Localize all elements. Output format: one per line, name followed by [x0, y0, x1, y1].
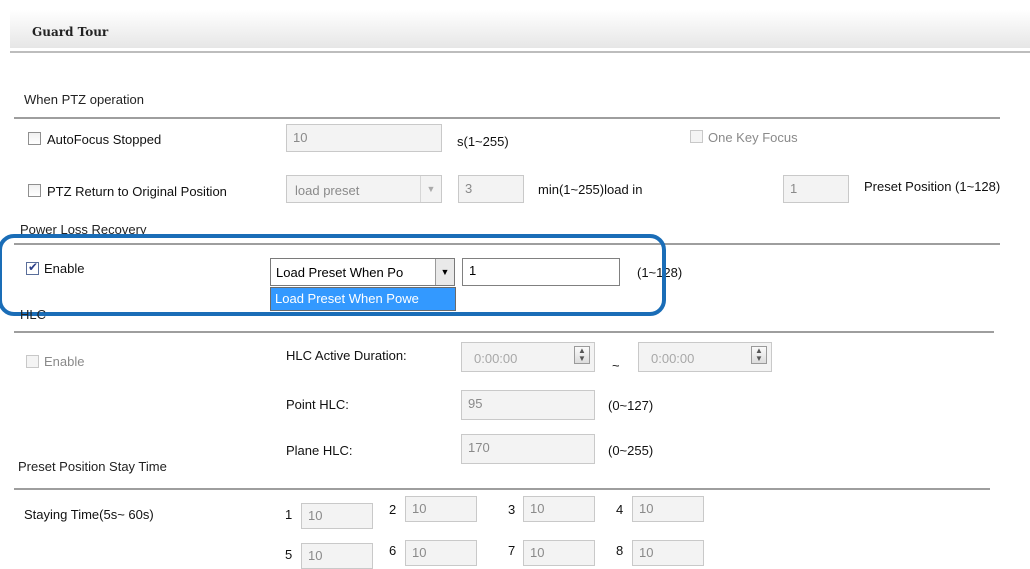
preset-number: 8 [616, 543, 624, 558]
time-range-separator: ~ [612, 358, 620, 373]
ptz-section-title: When PTZ operation [24, 92, 144, 107]
preset-stay-input[interactable]: 10 [405, 540, 477, 566]
preset-number: 4 [616, 502, 624, 517]
plane-hlc-range: (0~255) [608, 443, 654, 458]
header-divider [10, 51, 1030, 53]
autofocus-input[interactable]: 10 [286, 124, 442, 152]
ptz-divider [14, 117, 1000, 119]
page-title: Guard Tour [32, 25, 109, 39]
return-mode-select[interactable]: load preset ▼ [286, 175, 442, 203]
preset-stay-input[interactable]: 10 [632, 540, 704, 566]
autofocus-label: AutoFocus Stopped [47, 132, 162, 147]
preset-number: 5 [285, 547, 293, 562]
hlc-start-time-value: 0:00:00 [474, 351, 518, 366]
hlc-divider [14, 331, 994, 333]
preset-number: 6 [389, 543, 397, 558]
stay-divider [14, 488, 990, 490]
staying-time-label: Staying Time(5s~ 60s) [24, 507, 154, 522]
one-key-focus-label: One Key Focus [708, 130, 798, 145]
preset-stay-input[interactable]: 10 [523, 540, 595, 566]
preset-number: 2 [389, 502, 397, 517]
point-hlc-input[interactable]: 95 [461, 390, 595, 420]
preset-stay-input[interactable]: 10 [523, 496, 595, 522]
hlc-end-time[interactable]: 0:00:00 ▲ ▼ [638, 342, 772, 372]
preset-stay-input[interactable]: 10 [405, 496, 477, 522]
stay-section-title: Preset Position Stay Time [18, 459, 167, 474]
plane-hlc-input[interactable]: 170 [461, 434, 595, 464]
preset-number: 1 [285, 507, 293, 522]
spinner-icon[interactable]: ▲ ▼ [751, 346, 767, 364]
hlc-end-time-value: 0:00:00 [651, 351, 695, 366]
return-preset-input[interactable]: 1 [783, 175, 849, 203]
preset-stay-input[interactable]: 10 [301, 543, 373, 569]
preset-number: 3 [508, 502, 516, 517]
preset-stay-input[interactable]: 10 [301, 503, 373, 529]
ptz-return-label: PTZ Return to Original Position [47, 184, 227, 199]
point-hlc-label: Point HLC: [286, 397, 349, 412]
plane-hlc-label: Plane HLC: [286, 443, 353, 458]
autofocus-checkbox[interactable] [28, 132, 41, 145]
hlc-start-time[interactable]: 0:00:00 ▲ ▼ [461, 342, 595, 372]
hlc-enable-checkbox[interactable] [26, 355, 39, 368]
highlight-box [0, 234, 666, 316]
hlc-enable-label: Enable [44, 354, 85, 369]
one-key-focus-checkbox[interactable] [690, 130, 703, 143]
dropdown-arrow-icon: ▼ [420, 176, 441, 202]
hlc-duration-label: HLC Active Duration: [286, 348, 407, 363]
return-minutes-input[interactable]: 3 [458, 175, 524, 203]
hlc-section-title: HLC [20, 307, 47, 322]
return-mode-value: load preset [295, 183, 360, 198]
ptz-return-checkbox[interactable] [28, 184, 41, 197]
preset-stay-input[interactable]: 10 [632, 496, 704, 522]
return-range-label: min(1~255)load in [538, 182, 643, 197]
panel-header [10, 10, 1030, 48]
point-hlc-range: (0~127) [608, 398, 654, 413]
spinner-icon[interactable]: ▲ ▼ [574, 346, 590, 364]
return-preset-label: Preset Position (1~128) [864, 179, 1001, 194]
preset-number: 7 [508, 543, 516, 558]
autofocus-range: s(1~255) [457, 134, 509, 149]
